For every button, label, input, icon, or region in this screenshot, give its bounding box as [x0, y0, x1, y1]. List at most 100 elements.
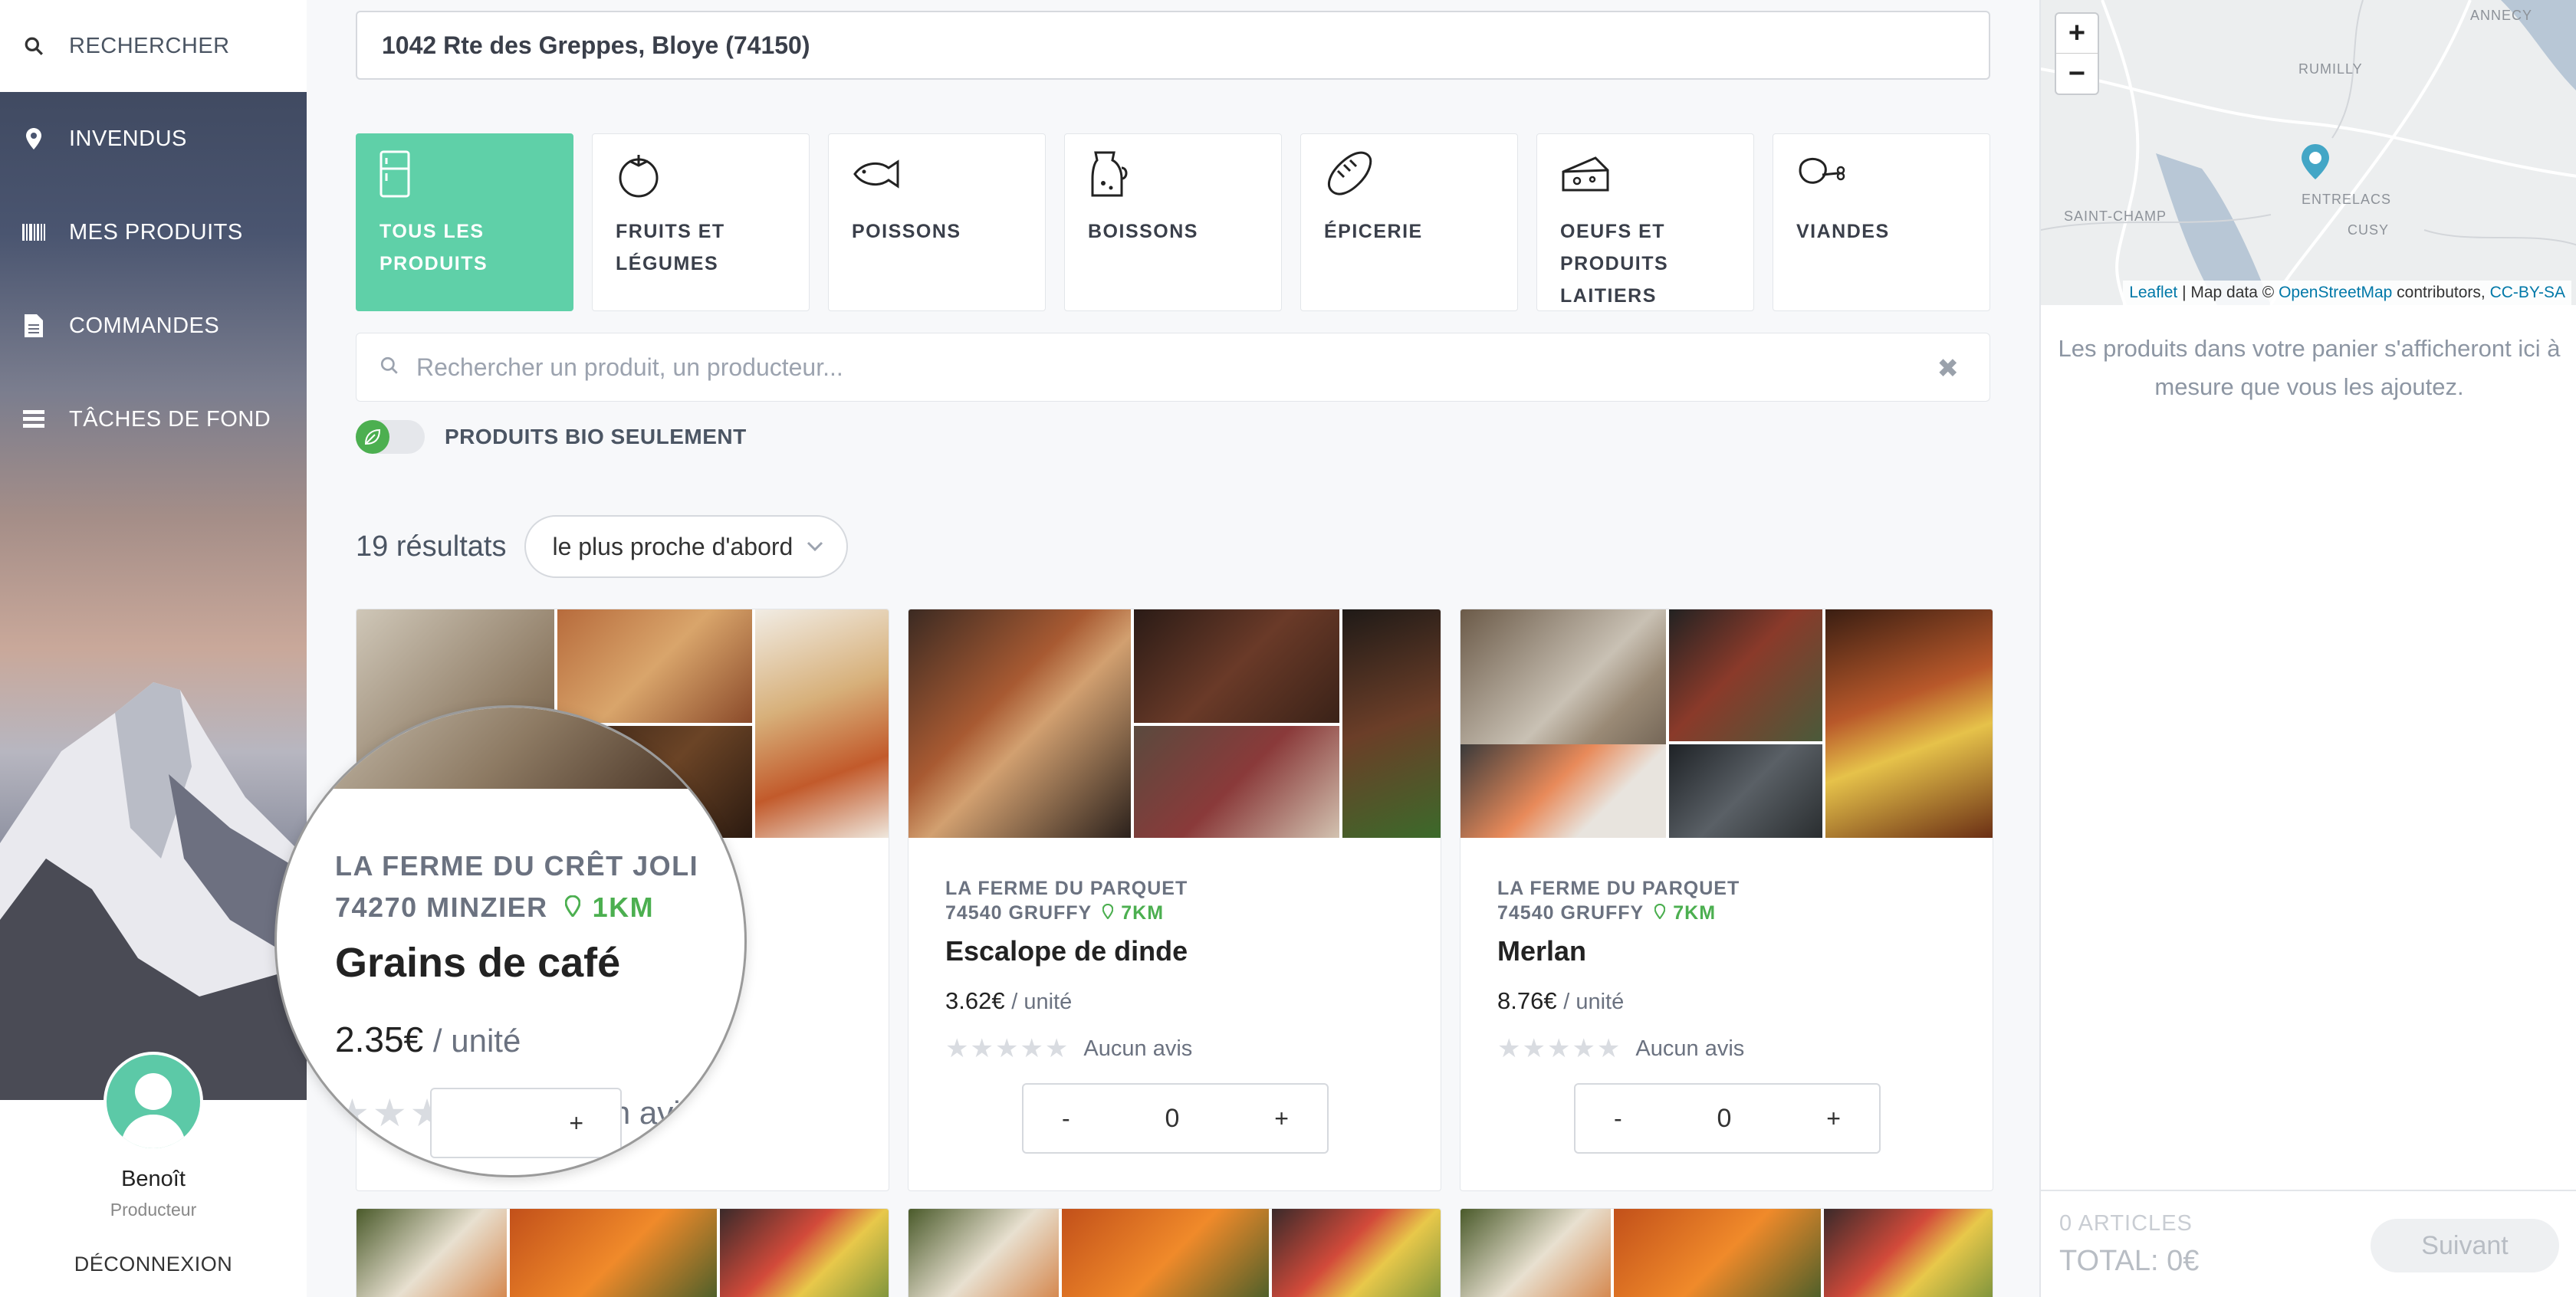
category-boissons[interactable]: BOISSONS [1064, 133, 1282, 311]
product-rating: ★★★★★ Aucun avis [945, 1033, 1192, 1064]
category-fruits-legumes[interactable]: FRUITS ET LÉGUMES [592, 133, 810, 311]
search-icon [21, 34, 46, 58]
farm-location: 74540 GRUFFY 7KM [1497, 902, 1744, 924]
map-pin-icon [1102, 902, 1114, 924]
category-label: BOISSONS [1088, 221, 1198, 242]
address-field[interactable]: 1042 Rte des Greppes, Bloye (74150) [356, 11, 1990, 80]
product-card[interactable] [908, 1208, 1441, 1297]
cart-footer: 0 ARTICLES TOTAL: 0€ Suivant [2041, 1190, 2576, 1297]
product-search-input[interactable] [416, 353, 1873, 382]
map-pin-icon [564, 887, 581, 928]
sidebar-item-taches-de-fond[interactable]: TÂCHES DE FOND [0, 373, 307, 466]
product-card[interactable] [1460, 1208, 1993, 1297]
category-oeufs-produits-laitiers[interactable]: OEUFS ET PRODUITS LAITIERS [1536, 133, 1754, 311]
sidebar-item-invendus[interactable]: INVENDUS [0, 92, 307, 186]
farm-name: LA FERME DU CRÊT JOLI [335, 850, 699, 882]
zoom-out-button[interactable]: − [2056, 54, 2098, 94]
logout-link[interactable]: DÉCONNEXION [0, 1253, 307, 1276]
distance: 7KM [1673, 902, 1717, 924]
chevron-down-icon [805, 534, 825, 566]
next-button[interactable]: Suivant [2371, 1219, 2559, 1272]
decrement-button[interactable]: - [1614, 1105, 1622, 1133]
sort-select[interactable]: le plus proche d'abord [524, 515, 849, 578]
category-label: VIANDES [1796, 221, 1890, 242]
quantity-value[interactable]: 0 [1165, 1104, 1180, 1134]
cart-total: TOTAL: 0€ [2059, 1245, 2200, 1277]
product-unit: / unité [1563, 990, 1625, 1014]
product-name[interactable]: Grains de café [335, 939, 698, 987]
sidebar-item-label: COMMANDES [69, 313, 220, 338]
product-image [277, 708, 744, 789]
category-label: TOUS LES PRODUITS [380, 221, 488, 274]
product-unit: / unité [432, 1023, 521, 1059]
document-icon [21, 314, 46, 338]
increment-button[interactable]: + [569, 1109, 583, 1138]
bio-toggle[interactable] [356, 420, 425, 454]
map-zoom-control: + − [2055, 12, 2099, 95]
map-marker-icon[interactable] [2300, 143, 2331, 185]
star-rating-icon: ★★★★★ [1497, 1034, 1622, 1063]
product-name[interactable]: Escalope de dinde [945, 935, 1192, 967]
category-label: POISSONS [852, 221, 961, 242]
quantity-value[interactable]: 0 [1717, 1104, 1732, 1134]
product-image [1825, 609, 1993, 838]
results-count: 19 résultats [356, 530, 507, 563]
product-image [1134, 726, 1339, 838]
product-image [1824, 1209, 1993, 1297]
product-price: 8.76€ [1497, 987, 1557, 1014]
farm-city: 74540 GRUFFY [945, 902, 1092, 924]
map-attribution: Leaflet | Map data © OpenStreetMap contr… [2123, 281, 2571, 305]
zoom-in-button[interactable]: + [2056, 14, 2098, 54]
product-rating: ★★★★★ Aucun avis [1497, 1033, 1744, 1064]
increment-button[interactable]: + [1826, 1105, 1841, 1133]
category-viandes[interactable]: VIANDES [1773, 133, 1990, 311]
product-unit: / unité [1011, 990, 1073, 1014]
product-card[interactable] [356, 1208, 889, 1297]
product-card[interactable]: LA FERME DU PARQUET 74540 GRUFFY 7KM Esc… [908, 609, 1441, 1191]
meat-icon [1796, 149, 1967, 199]
barcode-icon [21, 220, 46, 245]
decrement-button[interactable]: - [1062, 1105, 1070, 1133]
attribution-text: | Map data © [2177, 284, 2279, 301]
map-pin-icon [1654, 902, 1666, 924]
product-images [909, 609, 1441, 838]
increment-button[interactable]: + [1274, 1105, 1289, 1133]
product-info: LA FERME DU PARQUET 74540 GRUFFY 7KM Mer… [1497, 875, 1744, 1064]
quantity-stepper: - 0 + [1574, 1083, 1881, 1154]
product-image [1272, 1209, 1441, 1297]
category-epicerie[interactable]: ÉPICERIE [1300, 133, 1518, 311]
avatar[interactable] [104, 1052, 203, 1151]
search-icon [380, 356, 399, 379]
category-all-products[interactable]: TOUS LES PRODUITS [356, 133, 573, 311]
farm-location: 74540 GRUFFY 7KM [945, 902, 1192, 924]
product-price-line: 3.62€ / unité [945, 987, 1192, 1015]
product-name[interactable]: Merlan [1497, 935, 1744, 967]
product-image [356, 1209, 507, 1297]
product-image [720, 1209, 889, 1297]
product-images [1460, 609, 1993, 838]
product-search-bar: ✖ [356, 333, 1990, 402]
product-image [510, 1209, 717, 1297]
sidebar-search[interactable]: RECHERCHER [0, 0, 307, 92]
category-label: FRUITS ET LÉGUMES [616, 221, 725, 274]
license-link[interactable]: CC-BY-SA [2490, 284, 2565, 301]
osm-link[interactable]: OpenStreetMap [2279, 284, 2392, 301]
product-image [1614, 1209, 1821, 1297]
tomato-icon [616, 149, 786, 199]
product-card[interactable]: LA FERME DU PARQUET 74540 GRUFFY 7KM Mer… [1460, 609, 1993, 1191]
sidebar: RECHERCHER INVENDUS MES PRODUITS COMMAND… [0, 0, 307, 1297]
leaflet-link[interactable]: Leaflet [2129, 284, 2177, 301]
product-image [557, 609, 752, 723]
bio-filter: PRODUITS BIO SEULEMENT [356, 420, 747, 454]
product-image [909, 1209, 1059, 1297]
category-poissons[interactable]: POISSONS [828, 133, 1046, 311]
bio-toggle-label: PRODUITS BIO SEULEMENT [445, 425, 747, 448]
clear-icon[interactable]: ✖ [1937, 353, 1960, 384]
magnifier-lens: LA FERME DU CRÊT JOLI 74270 MINZIER 1KM … [274, 705, 747, 1177]
map[interactable]: ANNECY RUMILLY ENTRELACS SAINT-CHAMP CUS… [2041, 0, 2576, 305]
sidebar-item-label: MES PRODUITS [69, 219, 243, 245]
jug-icon [1088, 149, 1258, 199]
sidebar-item-mes-produits[interactable]: MES PRODUITS [0, 186, 307, 279]
farm-name: LA FERME DU PARQUET [1497, 878, 1740, 899]
sidebar-item-commandes[interactable]: COMMANDES [0, 279, 307, 373]
